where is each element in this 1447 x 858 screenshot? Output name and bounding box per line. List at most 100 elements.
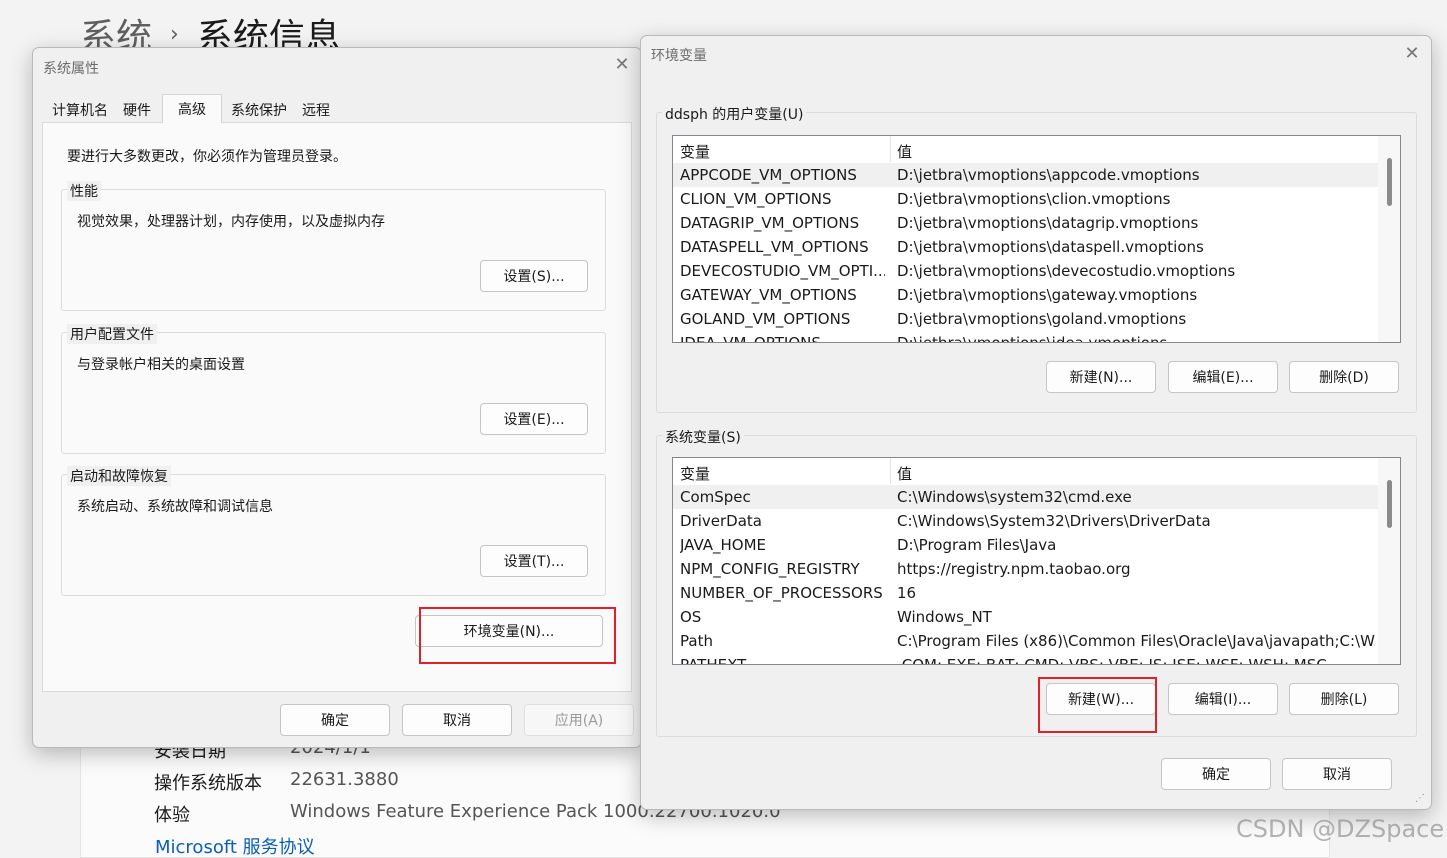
list-header: 变量 值	[673, 136, 1378, 162]
user-profiles-settings-button[interactable]: 设置(E)...	[480, 403, 588, 435]
chevron-right-icon: ›	[170, 21, 179, 47]
var-name: DEVECOSTUDIO_VM_OPTI...	[680, 262, 885, 280]
scrollbar[interactable]	[1378, 458, 1400, 664]
var-name: Path	[680, 632, 713, 650]
var-name: DATASPELL_VM_OPTIONS	[680, 238, 869, 256]
scrollbar-thumb[interactable]	[1387, 480, 1392, 528]
column-header-variable[interactable]: 变量	[680, 141, 710, 162]
var-name: DATAGRIP_VM_OPTIONS	[680, 214, 860, 232]
ok-button[interactable]: 确定	[1161, 758, 1271, 790]
var-value: D:\jetbra\vmoptions\appcode.vmoptions	[897, 166, 1200, 184]
startup-recovery-label: 启动和故障恢复	[67, 466, 171, 486]
microsoft-service-agreement-link[interactable]: Microsoft 服务协议	[155, 833, 315, 858]
table-row[interactable]: DATASPELL_VM_OPTIONS D:\jetbra\vmoptions\…	[673, 235, 1378, 259]
resize-grip-icon[interactable]: ⋰	[1415, 793, 1427, 805]
var-value: C:\Windows\system32\cmd.exe	[897, 488, 1132, 506]
table-row[interactable]: APPCODE_VM_OPTIONS D:\jetbra\vmoptions\ap…	[673, 163, 1378, 187]
tab-remote[interactable]: 远程	[296, 96, 336, 123]
tab-hardware[interactable]: 硬件	[116, 96, 158, 123]
table-row[interactable]: GOLAND_VM_OPTIONS D:\jetbra\vmoptions\gol…	[673, 307, 1378, 331]
info-key: 操作系统版本	[154, 773, 262, 794]
table-row[interactable]: ComSpec C:\Windows\system32\cmd.exe	[673, 485, 1378, 509]
table-row[interactable]: GATEWAY_VM_OPTIONS D:\jetbra\vmoptions\ga…	[673, 283, 1378, 307]
var-value: D:\jetbra\vmoptions\dataspell.vmoptions	[897, 238, 1204, 256]
startup-recovery-desc: 系统启动、系统故障和调试信息	[77, 499, 273, 515]
var-name: DriverData	[680, 512, 762, 530]
admin-note: 要进行大多数更改，你必须作为管理员登录。	[67, 149, 347, 165]
var-name: GATEWAY_VM_OPTIONS	[680, 286, 857, 304]
var-value: D:\jetbra\vmoptions\gateway.vmoptions	[897, 286, 1198, 304]
user-new-button[interactable]: 新建(N)...	[1046, 361, 1156, 393]
table-row[interactable]: NPM_CONFIG_REGISTRY https://registry.npm.…	[673, 557, 1378, 581]
table-row[interactable]: IDEA_VM_OPTIONS D:\jetbra\vmoptions\idea.…	[673, 331, 1378, 343]
table-row[interactable]: JAVA_HOME D:\Program Files\Java	[673, 533, 1378, 557]
var-name: GOLAND_VM_OPTIONS	[680, 310, 851, 328]
system-edit-button[interactable]: 编辑(I)...	[1168, 683, 1278, 715]
column-header-variable[interactable]: 变量	[680, 463, 710, 484]
var-value: 16	[897, 584, 917, 602]
table-row[interactable]: NUMBER_OF_PROCESSORS 16	[673, 581, 1378, 605]
scrollbar[interactable]	[1378, 136, 1400, 342]
watermark: CSDN @DZSpace	[1236, 815, 1445, 843]
var-name: IDEA_VM_OPTIONS	[680, 334, 821, 343]
var-name: JAVA_HOME	[680, 536, 767, 554]
var-value: Windows_NT	[897, 608, 992, 626]
tab-system-protection[interactable]: 系统保护	[226, 96, 292, 123]
system-variables-label: 系统变量(S)	[662, 427, 744, 447]
table-row[interactable]: Path C:\Program Files (x86)\Common Files\…	[673, 629, 1378, 653]
column-header-value[interactable]: 值	[897, 141, 912, 162]
apply-button[interactable]: 应用(A)	[524, 704, 634, 736]
dialog-title: 环境变量	[651, 48, 707, 64]
user-profiles-desc: 与登录帐户相关的桌面设置	[77, 357, 245, 373]
performance-desc: 视觉效果，处理器计划，内存使用，以及虚拟内存	[77, 214, 385, 230]
var-value: D:\jetbra\vmoptions\goland.vmoptions	[897, 310, 1187, 328]
system-delete-button[interactable]: 删除(L)	[1289, 683, 1399, 715]
close-icon[interactable]: ✕	[1401, 43, 1423, 65]
user-variables-label: ddsph 的用户变量(U)	[662, 104, 807, 124]
performance-settings-button[interactable]: 设置(S)...	[480, 260, 588, 292]
table-row[interactable]: PATHEXT .COM;.EXE;.BAT;.CMD;.VBS;.VBE;.JS…	[673, 653, 1378, 665]
close-icon[interactable]: ✕	[611, 54, 633, 76]
list-header: 变量 值	[673, 458, 1378, 484]
var-value: D:\jetbra\vmoptions\clion.vmoptions	[897, 190, 1171, 208]
startup-recovery-settings-button[interactable]: 设置(T)...	[480, 545, 588, 577]
system-variables-list[interactable]: 变量 值 ComSpec C:\Windows\system32\cmd.exe …	[672, 457, 1401, 665]
var-value: C:\Windows\System32\Drivers\DriverData	[897, 512, 1211, 530]
user-profiles-group	[61, 332, 606, 454]
tab-advanced[interactable]: 高级	[162, 94, 222, 123]
var-value: D:\jetbra\vmoptions\idea.vmoptions	[897, 334, 1168, 343]
performance-label: 性能	[67, 181, 101, 201]
var-value: https://registry.npm.taobao.org	[897, 560, 1131, 578]
var-value: D:\jetbra\vmoptions\datagrip.vmoptions	[897, 214, 1199, 232]
user-edit-button[interactable]: 编辑(E)...	[1168, 361, 1278, 393]
table-row[interactable]: DriverData C:\Windows\System32\Drivers\Dr…	[673, 509, 1378, 533]
var-value: .COM;.EXE;.BAT;.CMD;.VBS;.VBE;.JS;.JSE;.…	[897, 656, 1327, 665]
var-name: NPM_CONFIG_REGISTRY	[680, 560, 860, 578]
table-row[interactable]: DATAGRIP_VM_OPTIONS D:\jetbra\vmoptions\d…	[673, 211, 1378, 235]
var-value: C:\Program Files (x86)\Common Files\Orac…	[897, 632, 1375, 650]
var-name: PATHEXT	[680, 656, 747, 665]
var-value: D:\jetbra\vmoptions\devecostudio.vmoptio…	[897, 262, 1236, 280]
scrollbar-thumb[interactable]	[1387, 158, 1392, 206]
table-row[interactable]: DEVECOSTUDIO_VM_OPTI... D:\jetbra\vmoptio…	[673, 259, 1378, 283]
dialog-title: 系统属性	[43, 61, 99, 77]
var-name: ComSpec	[680, 488, 751, 506]
cancel-button[interactable]: 取消	[402, 704, 512, 736]
system-new-button[interactable]: 新建(W)...	[1046, 683, 1156, 715]
var-name: APPCODE_VM_OPTIONS	[680, 166, 857, 184]
ok-button[interactable]: 确定	[280, 704, 390, 736]
table-row[interactable]: CLION_VM_OPTIONS D:\jetbra\vmoptions\clio…	[673, 187, 1378, 211]
environment-variables-button[interactable]: 环境变量(N)...	[415, 615, 603, 647]
var-name: NUMBER_OF_PROCESSORS	[680, 584, 883, 602]
info-row-os-build: 操作系统版本 22631.3880	[154, 769, 399, 795]
tab-computer-name[interactable]: 计算机名	[44, 96, 116, 123]
cancel-button[interactable]: 取消	[1282, 758, 1392, 790]
user-variables-list[interactable]: 变量 值 APPCODE_VM_OPTIONS D:\jetbra\vmoptio…	[672, 135, 1401, 343]
performance-group	[61, 189, 606, 311]
column-header-value[interactable]: 值	[897, 463, 912, 484]
var-name: OS	[680, 608, 702, 626]
info-value: 22631.3880	[290, 769, 399, 790]
table-row[interactable]: OS Windows_NT	[673, 605, 1378, 629]
startup-recovery-group	[61, 474, 606, 596]
user-delete-button[interactable]: 删除(D)	[1289, 361, 1399, 393]
